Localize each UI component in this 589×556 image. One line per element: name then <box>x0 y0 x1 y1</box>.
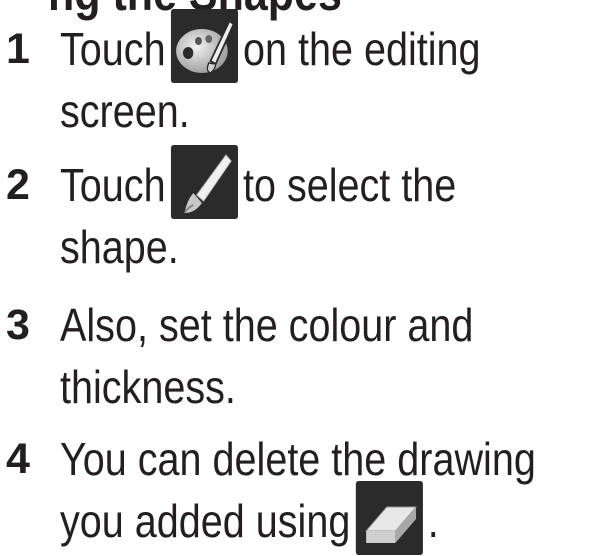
step-line: Also, set the colour and <box>60 299 474 351</box>
step-line: Touch on the editing <box>60 8 481 84</box>
step-line: You can delete the drawing <box>60 433 536 485</box>
step-number: 2 <box>6 161 30 209</box>
step-text: . <box>427 495 439 547</box>
step-text: to select the <box>242 159 457 211</box>
step-text: Touch <box>60 23 166 75</box>
step-text: you added using <box>60 495 351 547</box>
step-line: shape. <box>60 221 179 273</box>
step-2: 2 Touch to select the shape. <box>0 144 589 280</box>
brush-icon <box>170 144 238 219</box>
step-text: Touch <box>60 159 166 211</box>
step-1: 1 Touch on the editing screen. <box>0 8 589 144</box>
step-number: 1 <box>6 25 30 73</box>
step-4: 4 You can delete the drawing you added u… <box>0 424 589 556</box>
eraser-icon <box>355 480 423 555</box>
step-line: you added using . <box>60 480 439 556</box>
step-line: thickness. <box>60 361 236 413</box>
step-line: screen. <box>60 85 190 137</box>
palette-icon <box>170 8 238 83</box>
step-line: Touch to select the <box>60 144 457 220</box>
step-number: 4 <box>6 435 30 483</box>
step-text: on the editing <box>242 23 481 75</box>
step-3: 3 Also, set the colour and thickness. <box>0 290 589 420</box>
step-number: 3 <box>6 301 30 349</box>
